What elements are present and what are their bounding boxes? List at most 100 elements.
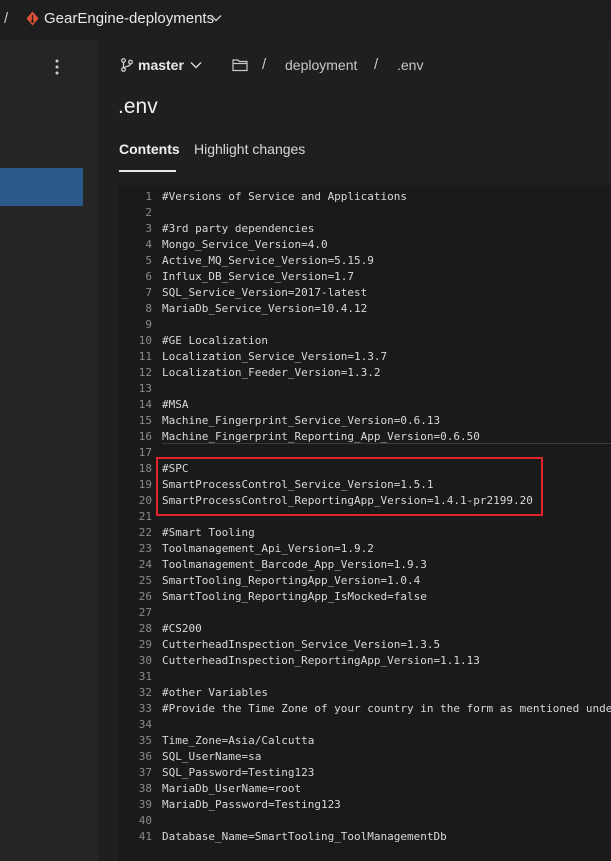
- line-number: 20: [138, 494, 152, 507]
- line-number: 26: [138, 590, 152, 603]
- line-text: MariaDb_UserName=root: [162, 782, 302, 795]
- line-number: 24: [138, 558, 152, 571]
- line-text: SQL_UserName=sa: [162, 750, 262, 763]
- line-number: 6: [145, 270, 152, 283]
- repo-name[interactable]: GearEngine-deployments: [44, 10, 214, 27]
- code-line: 34: [118, 717, 611, 733]
- line-number: 40: [138, 814, 152, 827]
- code-line: 26 SmartTooling_ReportingApp_IsMocked=fal…: [118, 589, 611, 605]
- code-line: 22 #Smart Tooling: [118, 525, 611, 541]
- code-line: 38 MariaDb_UserName=root: [118, 781, 611, 797]
- code-line: 10 #GE Localization: [118, 333, 611, 349]
- code-line: 5 Active_MQ_Service_Version=5.15.9: [118, 253, 611, 269]
- line-number: 19: [138, 478, 152, 491]
- line-divider: [162, 443, 611, 444]
- breadcrumb-separator: /: [4, 10, 9, 27]
- code-line: 12 Localization_Feeder_Version=1.3.2: [118, 365, 611, 381]
- line-number: 37: [138, 766, 152, 779]
- code-lines: 1 #Versions of Service and Applications 2 3…: [118, 189, 611, 845]
- line-text: CutterheadInspection_Service_Version=1.3…: [162, 638, 441, 651]
- chevron-down-icon[interactable]: [210, 12, 222, 24]
- line-number: 34: [138, 718, 152, 731]
- line-text: SmartTooling_ReportingApp_IsMocked=false: [162, 590, 427, 603]
- line-text: Time_Zone=Asia/Calcutta: [162, 734, 315, 747]
- line-text: #Smart Tooling: [162, 526, 255, 539]
- top-bar: / GearEngine-deployments: [0, 0, 611, 40]
- line-text: SQL_Password=Testing123: [162, 766, 315, 779]
- line-number: 12: [138, 366, 152, 379]
- code-line: 7 SQL_Service_Version=2017-latest: [118, 285, 611, 301]
- code-line: 8 MariaDb_Service_Version=10.4.12: [118, 301, 611, 317]
- git-repo-icon: [26, 11, 39, 26]
- code-line: 28 #CS200: [118, 621, 611, 637]
- code-line: 41 Database_Name=SmartTooling_ToolManagem…: [118, 829, 611, 845]
- line-number: 32: [138, 686, 152, 699]
- line-number: 5: [145, 254, 152, 267]
- code-line: 25 SmartTooling_ReportingApp_Version=1.0.…: [118, 573, 611, 589]
- line-text: Localization_Feeder_Version=1.3.2: [162, 366, 381, 379]
- line-number: 8: [145, 302, 152, 315]
- line-number: 16: [138, 430, 152, 443]
- line-number: 21: [138, 510, 152, 523]
- line-number: 2: [145, 206, 152, 219]
- code-line: 40: [118, 813, 611, 829]
- code-line: 27: [118, 605, 611, 621]
- line-number: 28: [138, 622, 152, 635]
- code-line: 24 Toolmanagement_Barcode_App_Version=1.9…: [118, 557, 611, 573]
- code-line: 37 SQL_Password=Testing123: [118, 765, 611, 781]
- code-line: 39 MariaDb_Password=Testing123: [118, 797, 611, 813]
- line-number: 3: [145, 222, 152, 235]
- code-line: 31: [118, 669, 611, 685]
- line-text: #GE Localization: [162, 334, 268, 347]
- line-number: 36: [138, 750, 152, 763]
- line-text: SmartTooling_ReportingApp_Version=1.0.4: [162, 574, 421, 587]
- tab-contents[interactable]: Contents: [119, 141, 180, 157]
- line-text: #CS200: [162, 622, 202, 635]
- line-text: Toolmanagement_Barcode_App_Version=1.9.3: [162, 558, 427, 571]
- line-number: 1: [145, 190, 152, 203]
- path-file-env[interactable]: .env: [397, 57, 423, 73]
- code-line: 36 SQL_UserName=sa: [118, 749, 611, 765]
- line-number: 41: [138, 830, 152, 843]
- line-number: 7: [145, 286, 152, 299]
- chevron-down-icon[interactable]: [190, 59, 202, 71]
- code-line: 30 CutterheadInspection_ReportingApp_Vers…: [118, 653, 611, 669]
- code-line: 33 #Provide the Time Zone of your country…: [118, 701, 611, 717]
- line-number: 38: [138, 782, 152, 795]
- line-number: 31: [138, 670, 152, 683]
- code-line: 1 #Versions of Service and Applications: [118, 189, 611, 205]
- line-number: 10: [138, 334, 152, 347]
- line-number: 15: [138, 414, 152, 427]
- code-line: 35 Time_Zone=Asia/Calcutta: [118, 733, 611, 749]
- line-text: Influx_DB_Service_Version=1.7: [162, 270, 355, 283]
- code-line: 23 Toolmanagement_Api_Version=1.9.2: [118, 541, 611, 557]
- code-line: 2: [118, 205, 611, 221]
- line-number: 25: [138, 574, 152, 587]
- line-text: CutterheadInspection_ReportingApp_Versio…: [162, 654, 480, 667]
- tab-highlight-changes[interactable]: Highlight changes: [194, 141, 305, 157]
- sidebar-item-selected[interactable]: [0, 168, 83, 206]
- line-text: Active_MQ_Service_Version=5.15.9: [162, 254, 374, 267]
- branch-selector[interactable]: master: [138, 57, 184, 73]
- kebab-menu-icon[interactable]: [50, 57, 64, 77]
- code-viewer[interactable]: 1 #Versions of Service and Applications 2 3…: [118, 185, 611, 861]
- path-folder-deployment[interactable]: deployment: [285, 57, 357, 73]
- git-branch-icon: [121, 58, 133, 72]
- code-line: 14 #MSA: [118, 397, 611, 413]
- line-text: #Provide the Time Zone of your country i…: [162, 702, 611, 715]
- line-number: 17: [138, 446, 152, 459]
- tab-selected-indicator: [119, 170, 176, 172]
- line-text: MariaDb_Service_Version=10.4.12: [162, 302, 368, 315]
- code-line: 9: [118, 317, 611, 333]
- line-number: 27: [138, 606, 152, 619]
- code-line: 3 #3rd party dependencies: [118, 221, 611, 237]
- line-text: Mongo_Service_Version=4.0: [162, 238, 328, 251]
- folder-icon[interactable]: [232, 58, 248, 72]
- line-text: Localization_Service_Version=1.3.7: [162, 350, 388, 363]
- line-text: Machine_Fingerprint_Service_Version=0.6.…: [162, 414, 441, 427]
- code-line: 29 CutterheadInspection_Service_Version=1…: [118, 637, 611, 653]
- code-line: 13: [118, 381, 611, 397]
- line-text: Database_Name=SmartTooling_ToolManagemen…: [162, 830, 447, 843]
- path-separator: /: [262, 56, 267, 73]
- line-number: 11: [138, 350, 152, 363]
